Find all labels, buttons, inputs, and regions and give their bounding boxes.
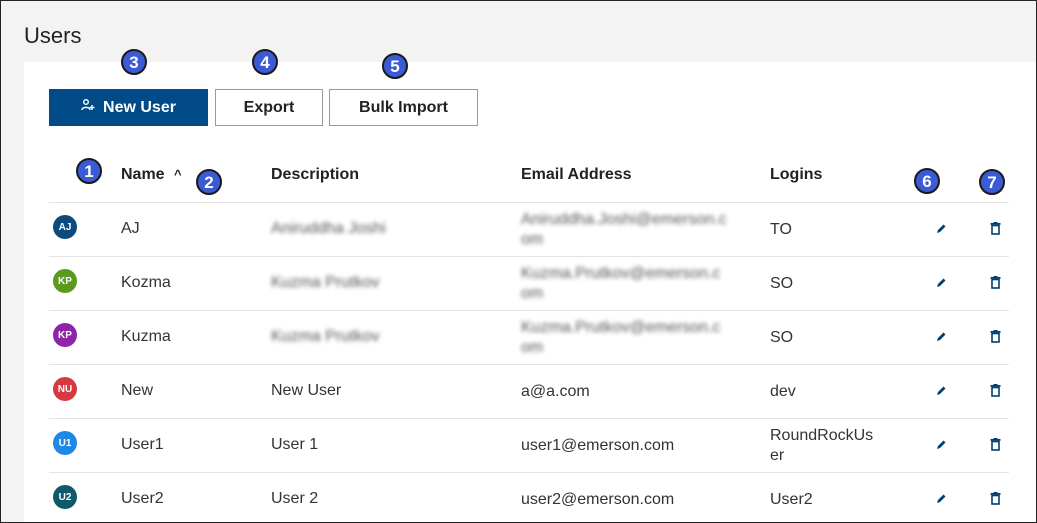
new-user-button[interactable]: New User: [49, 89, 208, 126]
user-name: User2: [121, 490, 164, 507]
email-column-header[interactable]: Email Address: [521, 166, 632, 184]
callout-2: 2: [196, 169, 222, 195]
user-email-line-1: user2@emerson.com: [521, 491, 675, 508]
avatar: U2: [53, 485, 77, 509]
user-email: user1@emerson.com: [521, 436, 674, 456]
user-email: Aniruddha.Joshi@emerson.c om: [521, 210, 727, 250]
user-logins-line-1: SO: [770, 275, 794, 292]
row-divider: [49, 418, 1009, 419]
trash-icon[interactable]: [987, 328, 1003, 344]
user-logins: SO: [770, 274, 793, 294]
user-name: Kuzma: [121, 328, 171, 345]
name-column-header[interactable]: Name ^: [121, 166, 182, 184]
user-logins: RoundRockUs er: [770, 426, 873, 466]
pencil-icon[interactable]: [933, 437, 949, 453]
trash-icon[interactable]: [987, 274, 1003, 290]
user-logins: dev: [770, 382, 796, 402]
name-header-label: Name: [121, 166, 165, 183]
user-logins-line-1: User2: [770, 491, 813, 508]
callout-5: 5: [382, 53, 408, 79]
logins-column-header[interactable]: Logins: [770, 166, 822, 184]
user-logins: TO: [770, 220, 792, 240]
user-description: Kuzma Prutkov: [271, 274, 380, 291]
row-divider: [49, 256, 1009, 257]
callout-7: 7: [979, 169, 1005, 195]
user-email: Kuzma.Prutkov@emerson.c om: [521, 264, 720, 304]
page-title: Users: [24, 23, 82, 48]
user-description: Aniruddha Joshi: [271, 220, 386, 237]
user-email-line-1: Kuzma.Prutkov@emerson.c: [521, 265, 721, 282]
pencil-icon[interactable]: [933, 221, 949, 237]
pencil-icon[interactable]: [933, 491, 949, 507]
user-email-line-1: a@a.com: [521, 383, 590, 400]
pencil-icon[interactable]: [933, 383, 949, 399]
callout-6: 6: [914, 168, 940, 194]
avatar: NU: [53, 377, 77, 401]
header-divider: [49, 202, 1009, 203]
callout-1: 1: [76, 158, 102, 184]
user-name: User1: [121, 436, 164, 453]
user-name: New: [121, 382, 154, 399]
row-divider: [49, 364, 1009, 365]
user-description: New User: [271, 382, 342, 399]
callout-4: 4: [252, 49, 278, 75]
add-user-icon: [81, 98, 95, 117]
avatar: KP: [53, 269, 77, 293]
description-column-header[interactable]: Description: [271, 166, 359, 184]
callout-3: 3: [121, 49, 147, 75]
user-email-line-1: user1@emerson.com: [521, 437, 675, 454]
user-email: Kuzma.Prutkov@emerson.c om: [521, 318, 720, 358]
avatar: U1: [53, 431, 77, 455]
user-logins-line-2: er: [770, 447, 785, 464]
bulk-import-button[interactable]: Bulk Import: [329, 89, 478, 126]
user-logins: User2: [770, 490, 813, 510]
user-name: AJ: [121, 220, 140, 237]
user-description: User 2: [271, 490, 319, 507]
user-email-line-2: om: [521, 339, 544, 356]
pencil-icon[interactable]: [933, 275, 949, 291]
sort-ascending-icon: ^: [174, 167, 182, 182]
user-email-line-2: om: [521, 285, 544, 302]
row-divider: [49, 310, 1009, 311]
trash-icon[interactable]: [987, 436, 1003, 452]
user-email: a@a.com: [521, 382, 590, 402]
user-email-line-1: Kuzma.Prutkov@emerson.c: [521, 319, 721, 336]
user-email-line-1: Aniruddha.Joshi@emerson.c: [521, 211, 727, 228]
avatar: KP: [53, 323, 77, 347]
user-logins-line-1: SO: [770, 329, 794, 346]
export-button[interactable]: Export: [215, 89, 323, 126]
user-logins-line-1: dev: [770, 383, 796, 400]
user-email: user2@emerson.com: [521, 490, 674, 510]
trash-icon[interactable]: [987, 382, 1003, 398]
user-logins: SO: [770, 328, 793, 348]
users-window: Users New User Export Bulk Import 3 4 5 …: [0, 0, 1037, 523]
new-user-label: New User: [103, 98, 176, 116]
user-logins-line-1: TO: [770, 221, 792, 238]
user-description: User 1: [271, 436, 319, 453]
row-divider: [49, 472, 1009, 473]
user-email-line-2: om: [521, 231, 544, 248]
user-logins-line-1: RoundRockUs: [770, 427, 874, 444]
user-description: Kuzma Prutkov: [271, 328, 380, 345]
user-name: Kozma: [121, 274, 171, 291]
trash-icon[interactable]: [987, 220, 1003, 236]
pencil-icon[interactable]: [933, 329, 949, 345]
avatar: AJ: [53, 215, 77, 239]
trash-icon[interactable]: [987, 490, 1003, 506]
